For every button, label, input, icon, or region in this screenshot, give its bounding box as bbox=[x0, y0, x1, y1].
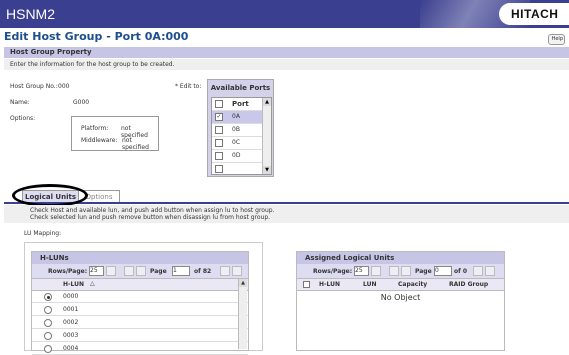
empty-message: No Object bbox=[380, 293, 421, 302]
hlun-value: 0002 bbox=[63, 319, 79, 326]
host-group-no-label: Host Group No.: bbox=[10, 83, 58, 90]
port-checkbox[interactable] bbox=[215, 165, 223, 173]
hlun-value: 0000 bbox=[63, 293, 79, 300]
dropdown-arrow-icon[interactable] bbox=[106, 266, 116, 276]
rows-per-page-label: Rows/Page: bbox=[313, 268, 353, 275]
lun-column-title[interactable]: LUN bbox=[363, 281, 377, 288]
page-count: of 82 bbox=[194, 268, 212, 275]
name-label: Name: bbox=[10, 99, 30, 106]
edit-to-label: * Edit to: bbox=[175, 83, 202, 90]
scroll-up-icon[interactable]: ▲ bbox=[239, 279, 247, 287]
page-title: Edit Host Group - Port 0A:000 bbox=[4, 30, 189, 43]
vendor-logo: HITACH bbox=[499, 3, 569, 25]
rows-per-page-select[interactable]: 25 bbox=[354, 266, 369, 276]
page-label: Page bbox=[150, 268, 167, 275]
available-ports-list: Port ✓ 0A 0B 0C 0D ▲ ▼ bbox=[211, 97, 272, 175]
section-title: Host Group Property bbox=[4, 47, 569, 58]
options-label: Options: bbox=[10, 115, 36, 122]
scroll-down-icon[interactable]: ▼ bbox=[263, 166, 271, 174]
port-label: 0A bbox=[232, 113, 240, 120]
highlight-ellipse bbox=[12, 184, 88, 207]
table-row[interactable]: 0002 bbox=[32, 316, 248, 329]
hlun-column-title[interactable]: H-LUN bbox=[319, 281, 340, 288]
select-all-checkbox[interactable] bbox=[215, 100, 223, 108]
port-label: 0B bbox=[232, 126, 240, 133]
row-radio[interactable] bbox=[44, 319, 52, 327]
port-column-header: Port bbox=[232, 100, 249, 108]
last-page-icon[interactable] bbox=[232, 266, 242, 276]
available-ports-title: Available Ports bbox=[210, 84, 271, 92]
row-radio[interactable] bbox=[44, 293, 52, 301]
assigned-title: Assigned Logical Units bbox=[297, 252, 504, 264]
options-box: Platform: not specified Middleware: not … bbox=[71, 116, 159, 151]
hluns-pagination: Rows/Page: 25 Page 1 of 82 bbox=[32, 264, 248, 278]
port-label: 0D bbox=[232, 152, 241, 159]
hlun-column-title[interactable]: H-LUN bbox=[63, 281, 84, 288]
assigned-panel: Assigned Logical Units Rows/Page: 25 Pag… bbox=[296, 251, 505, 351]
middleware-value: not specified bbox=[122, 137, 149, 151]
middleware-label: Middleware: bbox=[81, 137, 118, 144]
vendor-logo-text: HITACH bbox=[511, 7, 559, 21]
tab-instructions: Check Host and available lun, and push a… bbox=[4, 205, 569, 223]
section-instruction: Enter the information for the host group… bbox=[4, 59, 569, 70]
available-ports-panel: Available Ports Port ✓ 0A 0B 0C 0D ▲ ▼ bbox=[207, 79, 274, 177]
table-row[interactable]: 0001 bbox=[32, 303, 248, 316]
hluns-scrollbar[interactable]: ▲ bbox=[238, 279, 247, 349]
assigned-pagination: Rows/Page: 25 Page 0 of 0 bbox=[297, 264, 504, 278]
page-input[interactable]: 1 bbox=[172, 266, 190, 276]
port-checkbox[interactable] bbox=[215, 152, 223, 160]
capacity-column-title[interactable]: Capacity bbox=[398, 281, 427, 288]
port-checkbox[interactable]: ✓ bbox=[215, 113, 223, 121]
first-page-icon[interactable] bbox=[124, 266, 134, 276]
row-radio[interactable] bbox=[44, 306, 52, 314]
host-group-no-value: 000 bbox=[58, 83, 70, 90]
help-button[interactable]: Help bbox=[548, 34, 565, 45]
row-radio[interactable] bbox=[44, 345, 52, 353]
assigned-column-header: H-LUN LUN Capacity RAID Group bbox=[297, 278, 504, 291]
port-label: 0C bbox=[232, 139, 241, 146]
table-row[interactable]: 0003 bbox=[32, 329, 248, 342]
hlun-value: 0003 bbox=[63, 332, 79, 339]
tab-divider bbox=[4, 202, 569, 204]
page-label: Page bbox=[415, 268, 432, 275]
dropdown-arrow-icon[interactable] bbox=[371, 266, 381, 276]
raid-group-column-title[interactable]: RAID Group bbox=[449, 281, 488, 288]
page-input[interactable]: 0 bbox=[434, 266, 452, 276]
rows-per-page-select[interactable]: 25 bbox=[89, 266, 104, 276]
app-name: HSNM2 bbox=[6, 6, 56, 22]
page-count: of 0 bbox=[454, 268, 467, 275]
rows-per-page-label: Rows/Page: bbox=[48, 268, 88, 275]
select-all-checkbox[interactable] bbox=[303, 281, 310, 288]
platform-label: Platform: bbox=[81, 125, 109, 132]
first-page-icon[interactable] bbox=[389, 266, 399, 276]
ports-scrollbar[interactable]: ▲ ▼ bbox=[262, 98, 271, 174]
port-checkbox[interactable] bbox=[215, 139, 223, 147]
next-page-icon[interactable] bbox=[473, 266, 483, 276]
app-header: HSNM2 HITACH bbox=[0, 0, 569, 28]
hluns-panel: H-LUNs Rows/Page: 25 Page 1 of 82 H-LUN … bbox=[31, 251, 249, 355]
scroll-up-icon[interactable]: ▲ bbox=[263, 98, 271, 106]
next-page-icon[interactable] bbox=[220, 266, 230, 276]
port-checkbox[interactable] bbox=[215, 126, 223, 134]
table-row[interactable]: 0000 bbox=[32, 290, 248, 303]
row-radio[interactable] bbox=[44, 332, 52, 340]
tab-instruction-line: Check Host and available lun, and push a… bbox=[30, 207, 275, 214]
tab-instruction-line: Check selected lun and push remove butto… bbox=[30, 214, 271, 221]
prev-page-icon[interactable] bbox=[136, 266, 146, 276]
sort-triangle-icon[interactable]: △ bbox=[90, 280, 95, 287]
name-value: G000 bbox=[73, 99, 90, 106]
last-page-icon[interactable] bbox=[485, 266, 495, 276]
hluns-title: H-LUNs bbox=[32, 252, 248, 264]
prev-page-icon[interactable] bbox=[401, 266, 411, 276]
hlun-value: 0001 bbox=[63, 306, 79, 313]
lu-mapping-label: LU Mapping: bbox=[24, 230, 62, 237]
